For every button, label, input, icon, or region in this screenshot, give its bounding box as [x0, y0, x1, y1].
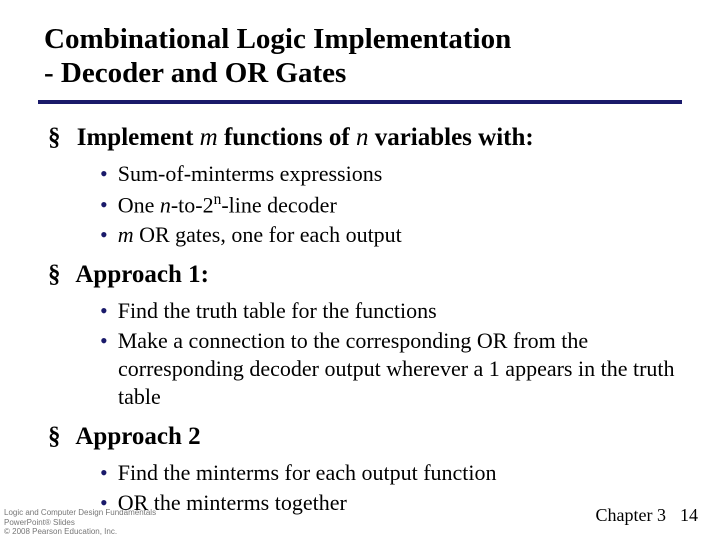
txt: functions of	[218, 124, 356, 151]
section-implement: Implement m functions of n variables wit…	[48, 122, 682, 249]
footer-line: Logic and Computer Design Fundamentals	[4, 508, 156, 517]
footer-pager: Chapter 3 14	[596, 505, 698, 526]
footer-line: PowerPoint® Slides	[4, 518, 156, 527]
sublist: Find the truth table for the functions M…	[70, 297, 682, 412]
content-list: Implement m functions of n variables wit…	[38, 122, 682, 516]
sublist: Sum-of-minterms expressions One n-to-2n-…	[70, 160, 682, 250]
list-item: Make a connection to the corresponding O…	[100, 327, 682, 411]
txt: One	[118, 192, 160, 217]
footer-attribution: Logic and Computer Design Fundamentals P…	[4, 508, 156, 536]
txt: Make a connection to the corresponding O…	[118, 328, 675, 409]
slide-title: Combinational Logic Implementation - Dec…	[38, 22, 682, 98]
title-line-2: - Decoder and OR Gates	[44, 57, 346, 89]
footer-line: © 2008 Pearson Education, Inc.	[4, 527, 156, 536]
txt: Find the minterms for each output functi…	[118, 460, 497, 485]
txt: -line decoder	[221, 192, 336, 217]
slide-body: Combinational Logic Implementation - Dec…	[0, 0, 720, 517]
var-n: n	[160, 192, 171, 217]
var-m: m	[200, 124, 218, 151]
txt: -to-2	[171, 192, 214, 217]
txt: Sum-of-minterms expressions	[118, 161, 383, 186]
list-item: Find the truth table for the functions	[100, 297, 682, 325]
sublist: Find the minterms for each output functi…	[70, 459, 682, 517]
title-rule	[38, 100, 682, 104]
txt: Implement	[77, 124, 200, 151]
chapter-label: Chapter 3	[596, 505, 666, 525]
title-line-1: Combinational Logic Implementation	[44, 23, 511, 55]
list-item: One n-to-2n-line decoder	[100, 190, 682, 219]
page-number: 14	[680, 505, 698, 525]
section-approach-2: Approach 2 Find the minterms for each ou…	[48, 421, 682, 517]
heading: Approach 1:	[75, 261, 209, 288]
list-item: m OR gates, one for each output	[100, 221, 682, 249]
heading: Approach 2	[75, 423, 200, 450]
txt: OR gates, one for each output	[134, 222, 402, 247]
list-item: Find the minterms for each output functi…	[100, 459, 682, 487]
section-approach-1: Approach 1: Find the truth table for the…	[48, 259, 682, 411]
var-m: m	[118, 222, 134, 247]
txt: variables with:	[368, 124, 533, 151]
txt: Find the truth table for the functions	[118, 298, 437, 323]
var-n: n	[356, 124, 369, 151]
list-item: Sum-of-minterms expressions	[100, 160, 682, 188]
